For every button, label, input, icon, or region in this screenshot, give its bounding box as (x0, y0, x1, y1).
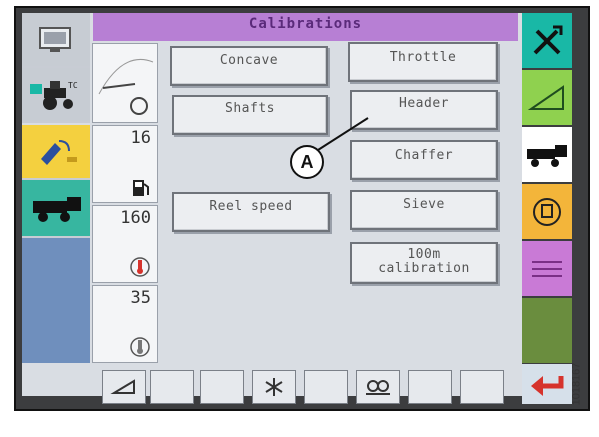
asterisk-icon (265, 378, 283, 396)
bottom-button-2[interactable] (150, 370, 194, 404)
bottom-button-header-tilt[interactable] (102, 370, 146, 404)
conveyor-icon (532, 260, 562, 277)
bottom-button-8[interactable] (460, 370, 504, 404)
figure-code: 1018167 (570, 362, 583, 406)
rollers-icon (366, 380, 390, 395)
header-tilt-icon (110, 379, 135, 394)
right-nav-engine[interactable] (522, 184, 572, 239)
right-nav-conveyor[interactable] (522, 241, 572, 296)
exit-button[interactable] (522, 364, 572, 404)
bottom-toolbar (92, 364, 522, 404)
exit-arrow-icon (531, 376, 564, 396)
callout-a: A (290, 145, 324, 179)
right-nav-empty (522, 298, 572, 363)
right-nav-triangle[interactable] (522, 70, 572, 125)
triangle-icon (527, 84, 564, 110)
bottom-button-5[interactable] (304, 370, 348, 404)
bottom-button-asterisk[interactable] (252, 370, 296, 404)
right-nav-tools[interactable] (522, 13, 572, 68)
combine-icon (527, 144, 567, 167)
engine-icon (533, 197, 561, 226)
right-nav (522, 13, 572, 318)
bottom-button-7[interactable] (408, 370, 452, 404)
right-nav-combine[interactable] (522, 127, 572, 182)
tools-icon (533, 25, 563, 54)
bottom-button-rollers[interactable] (356, 370, 400, 404)
bottom-button-3[interactable] (200, 370, 244, 404)
